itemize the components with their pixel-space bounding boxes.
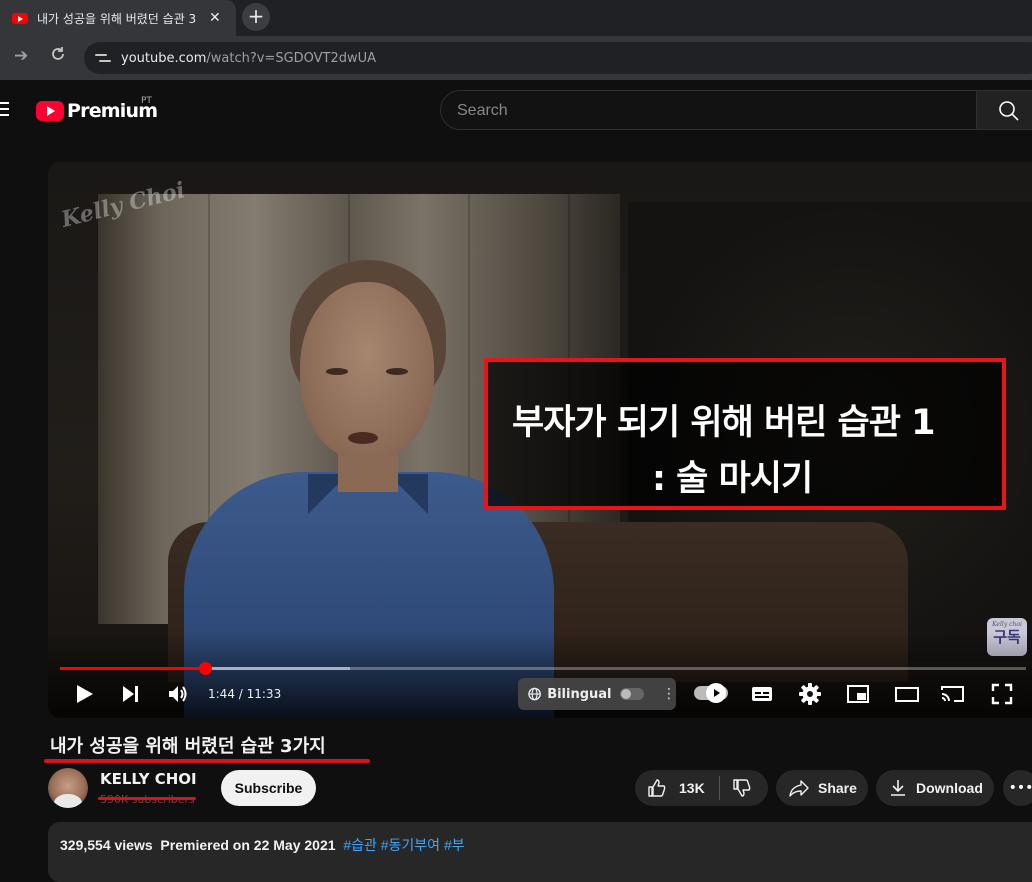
play-icon[interactable] <box>74 682 96 706</box>
dislike-thumb-icon[interactable] <box>732 778 752 798</box>
browser-tab[interactable]: 내가 성공을 위해 버렸던 습관 3 ✕ <box>0 0 236 36</box>
channel-avatar[interactable] <box>48 768 88 808</box>
miniplayer-icon[interactable] <box>846 682 870 706</box>
tab-title: 내가 성공을 위해 버렸던 습관 3 <box>37 11 197 26</box>
view-count: 329,554 views <box>60 837 153 853</box>
search-button[interactable] <box>976 90 1032 130</box>
like-count[interactable]: 13K <box>679 780 705 796</box>
search-icon <box>999 101 1019 121</box>
autoplay-play-icon <box>706 683 726 703</box>
site-info-icon[interactable] <box>95 51 111 65</box>
subscribe-button[interactable]: Subscribe <box>221 770 316 806</box>
highlighted-caption: 부자가 되기 위해 버린 습관 1 : 술 마시기 <box>484 358 1006 510</box>
like-thumb-icon[interactable] <box>647 778 667 798</box>
youtube-favicon-icon <box>12 12 28 24</box>
caption-line-1: 부자가 되기 위해 버린 습관 1 <box>512 403 935 443</box>
description-summary: 329,554 views Premiered on 22 May 2021 #… <box>60 835 465 855</box>
youtube-header: Premium PT <box>0 80 1032 140</box>
caption-line-2: : 술 마시기 <box>652 459 813 499</box>
next-video-icon[interactable] <box>120 682 142 706</box>
description-box[interactable]: 329,554 views Premiered on 22 May 2021 #… <box>48 822 1032 882</box>
played-bar <box>60 667 205 670</box>
time-display: 1:44 / 11:33 <box>208 687 282 701</box>
share-button[interactable]: Share <box>776 770 868 806</box>
globe-icon <box>528 687 541 701</box>
hashtag-link[interactable]: #부 <box>444 837 465 853</box>
theater-mode-icon[interactable] <box>894 682 920 706</box>
premiere-date: Premiered on 22 May 2021 <box>160 837 336 853</box>
address-bar[interactable]: youtube.com/watch?v=SGDOVT2dwUA <box>84 42 1032 74</box>
more-actions-icon[interactable]: ••• <box>1003 770 1032 806</box>
video-title: 내가 성공을 위해 버렸던 습관 3가지 <box>50 736 326 757</box>
browser-tabstrip: 내가 성공을 위해 버렸던 습관 3 ✕ + <box>0 0 1032 36</box>
region-code: PT <box>141 96 152 106</box>
share-arrow-icon <box>789 780 809 797</box>
tab-close-icon[interactable]: ✕ <box>209 10 221 26</box>
search-box <box>440 90 1032 131</box>
download-button[interactable]: Download <box>876 770 994 806</box>
scrubber-handle[interactable] <box>198 662 212 675</box>
autoplay-toggle[interactable] <box>694 683 728 703</box>
youtube-logo-icon <box>36 101 64 121</box>
search-input[interactable] <box>455 91 969 131</box>
channel-name[interactable]: KELLY CHOI <box>100 770 197 788</box>
video-player[interactable]: Kelly Choi 부자가 되기 위해 버린 습관 1 : 술 마시기 Kel… <box>48 162 1032 718</box>
reload-icon[interactable] <box>50 46 66 67</box>
settings-gear-icon[interactable] <box>798 682 822 706</box>
hamburger-menu-icon[interactable] <box>0 102 9 120</box>
subtitles-icon[interactable] <box>750 682 774 706</box>
progress-bar[interactable] <box>60 662 1026 675</box>
hashtag-link[interactable]: #습관 <box>343 837 377 853</box>
hashtag-link[interactable]: #동기부여 <box>381 837 440 853</box>
download-icon <box>891 780 905 796</box>
cast-icon[interactable] <box>940 682 966 706</box>
fullscreen-icon[interactable] <box>990 682 1014 706</box>
browser-toolbar: ➔ youtube.com/watch?v=SGDOVT2dwUA <box>0 36 1032 80</box>
youtube-premium-logo[interactable]: Premium PT <box>36 96 158 122</box>
like-dislike-group: 13K <box>635 770 768 806</box>
bilingual-subtitles-control[interactable]: Bilingual ⋮ <box>518 678 676 710</box>
title-annotation-underline <box>44 759 370 763</box>
bilingual-more-icon[interactable]: ⋮ <box>662 686 676 702</box>
new-tab-button[interactable]: + <box>242 3 270 31</box>
subscriber-annotation-strike <box>98 797 196 800</box>
volume-icon[interactable] <box>166 682 190 706</box>
bilingual-toggle[interactable] <box>619 688 644 700</box>
url-text: youtube.com/watch?v=SGDOVT2dwUA <box>121 50 377 66</box>
forward-icon[interactable]: ➔ <box>14 46 28 66</box>
